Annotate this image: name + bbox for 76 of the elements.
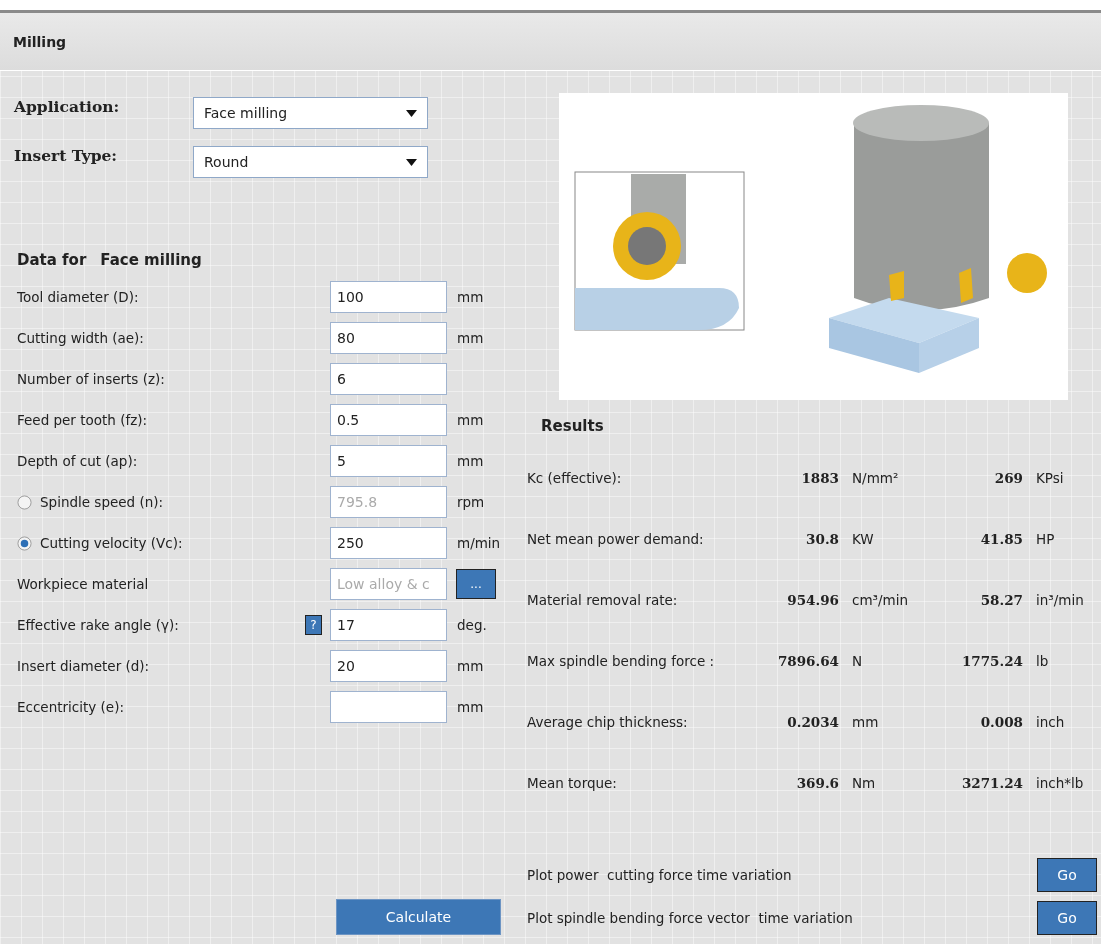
section-heading: Data for	[17, 251, 87, 269]
plot-label: Plot spindle bending force vector time variation	[527, 910, 853, 926]
calculate-button[interactable]: Calculate	[336, 899, 501, 935]
radio-button[interactable]	[17, 535, 32, 551]
input-field[interactable]: 6	[330, 363, 447, 395]
unit-label: inch	[1035, 712, 1066, 732]
result-label: Net mean power demand:	[527, 529, 705, 549]
selector-label: Insert Type:	[14, 146, 119, 165]
result-value: 30.8	[805, 529, 839, 549]
field-label: Depth of cut (ap):	[17, 453, 138, 469]
results-title: Results	[541, 417, 605, 435]
input-field[interactable]	[330, 691, 447, 723]
unit-label: KW	[851, 529, 875, 549]
result-label: Material removal rate:	[527, 590, 679, 610]
result-value: 41.85	[979, 529, 1023, 549]
result-value: 954.96	[786, 590, 839, 610]
field-label: Workpiece material	[17, 576, 149, 592]
result-value: 7896.64	[776, 651, 839, 671]
result-label: Mean torque:	[527, 773, 618, 793]
unit-label: mm	[456, 289, 485, 305]
field-label: Effective rake angle (γ):	[17, 617, 179, 633]
input-field[interactable]: 17	[330, 609, 447, 641]
unit-label: in³/min	[1035, 590, 1085, 610]
field-label: Number of inserts (z):	[17, 371, 165, 387]
section-heading: Face milling	[100, 251, 202, 269]
unit-label: mm	[851, 712, 880, 732]
result-label: Average chip thickness:	[527, 712, 689, 732]
unit-label: mm	[456, 453, 485, 469]
unit-label: inch*lb	[1035, 773, 1085, 793]
dropdown[interactable]: Face milling	[193, 97, 428, 129]
unit-label: mm	[456, 412, 485, 428]
unit-label: cm³/min	[851, 590, 909, 610]
unit-label: lb	[1035, 651, 1050, 671]
unit-label: mm	[456, 330, 485, 346]
result-value: 3271.24	[960, 773, 1023, 793]
help-button[interactable]: ?	[305, 615, 322, 635]
go-button[interactable]: Go	[1037, 858, 1097, 892]
unit-label: rpm	[456, 494, 486, 510]
result-value: 58.27	[979, 590, 1023, 610]
input-field[interactable]: 5	[330, 445, 447, 477]
unit-label: mm	[456, 658, 485, 674]
field-label: Feed per tooth (fz):	[17, 412, 148, 428]
plot-label: Plot power cutting force time variation	[527, 867, 792, 883]
caret-icon	[406, 158, 417, 166]
unit-label: N	[851, 651, 864, 671]
input-field[interactable]: 100	[330, 281, 447, 313]
unit-label: HP	[1035, 529, 1056, 549]
unit-label: mm	[456, 699, 485, 715]
field-label: Eccentricity (e):	[17, 699, 124, 715]
dropdown[interactable]: Round	[193, 146, 428, 178]
result-value: 269	[993, 468, 1023, 488]
selector-label: Application:	[14, 97, 121, 116]
go-button[interactable]: Go	[1037, 901, 1097, 935]
result-value: 1775.24	[960, 651, 1023, 671]
result-label: Max spindle bending force :	[527, 651, 716, 671]
input-field[interactable]: 0.5	[330, 404, 447, 436]
input-field[interactable]: 20	[330, 650, 447, 682]
unit-label: KPsi	[1035, 468, 1065, 488]
field-label: Cutting velocity (Vc):	[40, 535, 183, 551]
result-value: 369.6	[795, 773, 839, 793]
field-label: Insert diameter (d):	[17, 658, 150, 674]
panel-title: Milling	[13, 33, 67, 50]
unit-label: Nm	[851, 773, 877, 793]
input-field[interactable]: 250	[330, 527, 447, 559]
result-value: 0.2034	[786, 712, 839, 732]
unit-label: m/min	[456, 535, 502, 551]
result-value: 0.008	[979, 712, 1023, 732]
caret-icon	[406, 109, 417, 117]
input-field[interactable]: 80	[330, 322, 447, 354]
result-value: 1883	[800, 468, 839, 488]
field-label: Tool diameter (D):	[17, 289, 139, 305]
field-label: Cutting width (ae):	[17, 330, 144, 346]
result-label: Kc (effective):	[527, 468, 623, 488]
unit-label: deg.	[456, 617, 488, 633]
unit-label: N/mm²	[851, 468, 900, 488]
field-label: Spindle speed (n):	[40, 494, 164, 510]
